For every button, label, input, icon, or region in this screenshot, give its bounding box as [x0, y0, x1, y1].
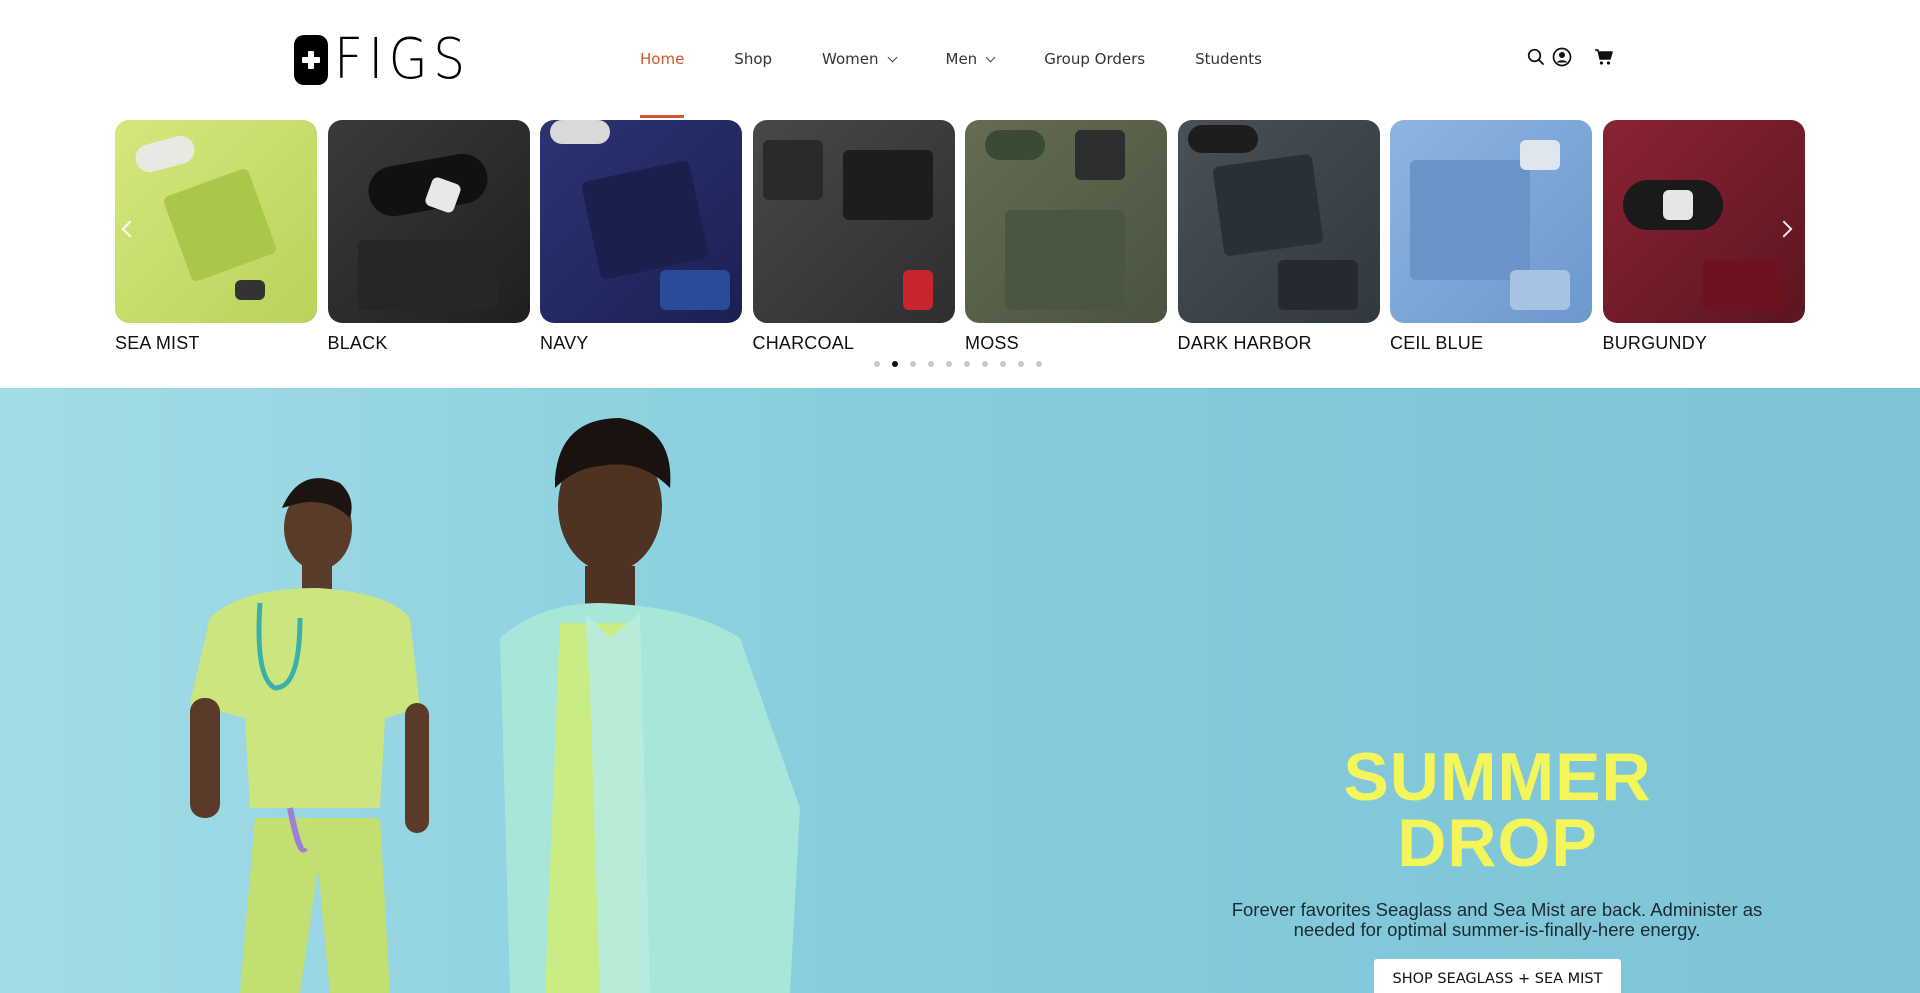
- carousel-dot[interactable]: [874, 361, 880, 367]
- color-card-image: [540, 120, 742, 323]
- color-card-image: [1390, 120, 1592, 323]
- nav-women[interactable]: Women: [822, 0, 897, 118]
- header-icons: [1525, 46, 1615, 68]
- color-card-black[interactable]: BLACK: [327, 120, 530, 354]
- nav-group-orders[interactable]: Group Orders: [1044, 0, 1145, 118]
- carousel-next-arrow[interactable]: [1775, 214, 1800, 248]
- color-card-image: [1177, 120, 1380, 323]
- chevron-left-icon: [121, 220, 139, 238]
- shop-seaglass-button[interactable]: SHOP SEAGLASS + SEA MIST: [1374, 959, 1621, 993]
- hero-title: SUMMER DROP: [1240, 739, 1755, 881]
- nav-students-label: Students: [1195, 50, 1262, 68]
- color-card-charcoal[interactable]: CHARCOAL: [752, 120, 955, 354]
- color-card-image: [752, 120, 955, 323]
- color-card-label: CHARCOAL: [752, 333, 855, 353]
- carousel-dot[interactable]: [910, 361, 916, 367]
- color-card-label: MOSS: [965, 333, 1019, 353]
- carousel-dot[interactable]: [964, 361, 970, 367]
- nav-shop[interactable]: Shop: [734, 0, 772, 118]
- color-card-label: DARK HARBOR: [1177, 333, 1312, 353]
- logo-cross-icon: [294, 35, 328, 85]
- nav-students[interactable]: Students: [1195, 0, 1262, 118]
- carousel-prev-arrow[interactable]: [116, 214, 140, 248]
- color-carousel: SEA MIST BLACK NAVY CHARCOAL MOSS DARK H…: [0, 118, 1920, 388]
- color-card-image: [327, 120, 530, 323]
- search-icon[interactable]: [1525, 46, 1547, 68]
- carousel-dot[interactable]: [1000, 361, 1006, 367]
- color-card-image: [965, 120, 1167, 323]
- color-card-burgundy[interactable]: BURGUNDY: [1602, 120, 1805, 354]
- nav-group-orders-label: Group Orders: [1044, 50, 1146, 68]
- carousel-dot[interactable]: [982, 361, 988, 367]
- color-card-image: [115, 120, 317, 323]
- carousel-dot[interactable]: [928, 361, 934, 367]
- color-card-label: NAVY: [540, 333, 589, 353]
- chevron-right-icon: [1775, 220, 1793, 238]
- hero-title-line2: DROP: [1397, 805, 1598, 881]
- site-header: FIGS Home Shop Women Men Group Orders St…: [0, 0, 1920, 118]
- color-card-ceil-blue[interactable]: CEIL BLUE: [1390, 120, 1592, 354]
- color-card-sea-mist[interactable]: SEA MIST: [115, 120, 317, 354]
- color-card-moss[interactable]: MOSS: [965, 120, 1167, 354]
- chevron-down-icon: [887, 52, 897, 62]
- nav-home-label: Home: [640, 50, 685, 68]
- nav-shop-label: Shop: [734, 50, 773, 68]
- color-card-label: SEA MIST: [115, 333, 200, 353]
- cart-icon[interactable]: [1593, 46, 1615, 68]
- carousel-dot[interactable]: [1018, 361, 1024, 367]
- hero-banner: SUMMER DROP Forever favorites Seaglass a…: [0, 388, 1920, 993]
- logo-wordmark: FIGS: [334, 27, 471, 92]
- nav-men-label: Men: [945, 50, 978, 68]
- hero-models-image: [190, 418, 800, 993]
- color-card-label: BLACK: [327, 333, 388, 353]
- color-card-label: CEIL BLUE: [1390, 333, 1484, 353]
- account-icon[interactable]: [1551, 46, 1573, 68]
- nav-women-label: Women: [822, 50, 879, 68]
- hero-subtitle: Forever favorites Seaglass and Sea Mist …: [1231, 899, 1763, 940]
- nav-men[interactable]: Men: [945, 0, 996, 118]
- chevron-down-icon: [985, 52, 996, 62]
- figs-logo[interactable]: FIGS: [294, 27, 486, 92]
- color-card-navy[interactable]: NAVY: [540, 120, 742, 354]
- hero-title-line1: SUMMER: [1343, 739, 1652, 815]
- carousel-dot[interactable]: [1036, 361, 1042, 367]
- carousel-pagination: [874, 361, 1054, 367]
- nav-home[interactable]: Home: [640, 0, 685, 118]
- color-card-label: BURGUNDY: [1602, 333, 1708, 353]
- main-nav: Home Shop Women Men Group Orders Student…: [640, 0, 1312, 118]
- carousel-track: SEA MIST BLACK NAVY CHARCOAL MOSS DARK H…: [115, 120, 1815, 354]
- color-card-dark-harbor[interactable]: DARK HARBOR: [1177, 120, 1380, 354]
- color-card-image: [1602, 120, 1805, 323]
- carousel-dot[interactable]: [946, 361, 952, 367]
- carousel-dot-active[interactable]: [892, 361, 898, 367]
